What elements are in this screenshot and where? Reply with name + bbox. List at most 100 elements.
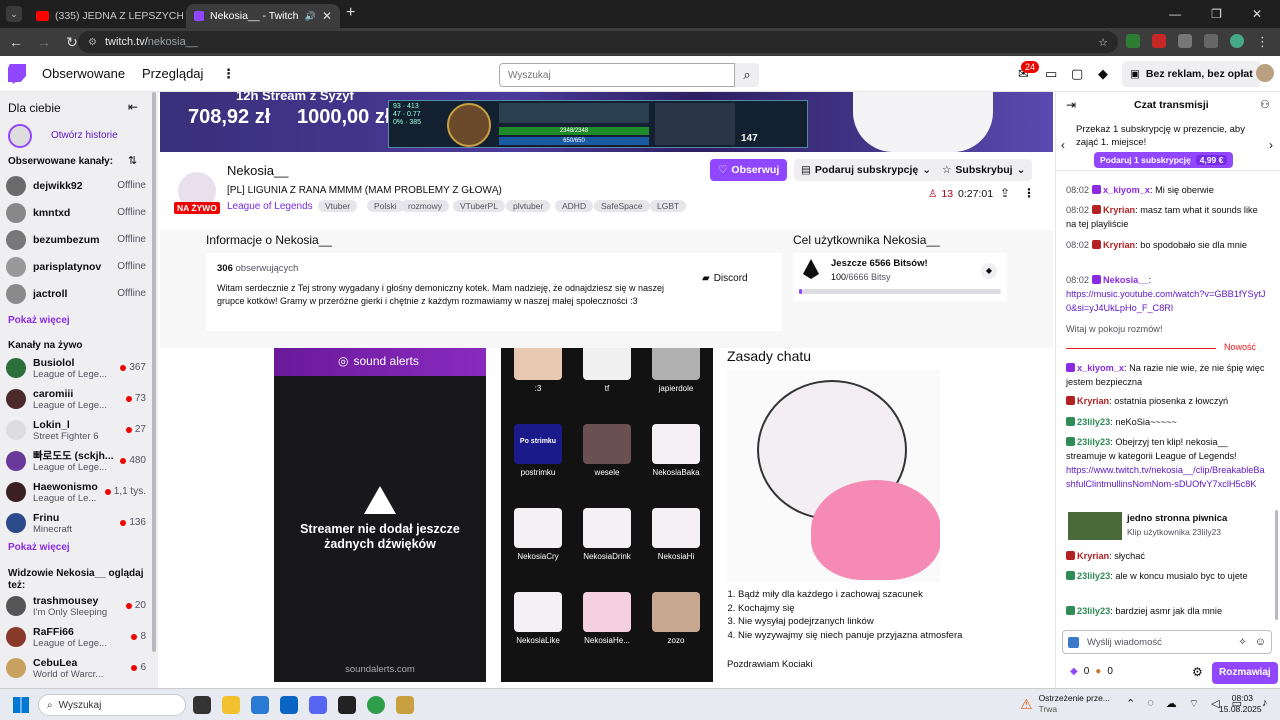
emote-nekosiadrink[interactable]: NekosiaDrink (573, 508, 641, 561)
close-icon[interactable]: ✕ (322, 9, 332, 23)
chevron-right-icon[interactable]: › (1269, 138, 1273, 152)
chat-message[interactable]: Kryrian: ostatnia piosenka z łowczyń (1066, 395, 1266, 409)
chat-username[interactable]: 23lily23 (1077, 417, 1110, 427)
bookmark-star-icon[interactable]: ☆ (1098, 36, 1108, 49)
chat-message[interactable]: 23lily23: Obejrzyj ten klip! nekosia__ s… (1066, 436, 1266, 463)
playlist-icon[interactable] (1204, 34, 1218, 48)
chrome-icon[interactable] (367, 696, 385, 714)
no-ads-button[interactable]: ▣ Bez reklam, bez opłat (1122, 61, 1261, 87)
emote-japierdole[interactable]: japierdole (642, 348, 710, 393)
collapse-sidebar-icon[interactable]: ⇤ (128, 100, 138, 114)
share-icon[interactable]: ⇪ (1000, 186, 1010, 200)
speaker-icon[interactable]: 🔊 (305, 11, 316, 22)
sidebar-scrollbar[interactable] (152, 92, 156, 652)
emote-nekosiahe[interactable]: NekosiaHe... (573, 592, 641, 645)
tag-polski[interactable]: Polski (367, 200, 404, 212)
sound-alerts-panel[interactable]: ◎ sound alerts Streamer nie dodał jeszcz… (274, 348, 486, 682)
sidebar-channel-trashmousey[interactable]: trashmousey I'm Only Sleeping 20 (6, 594, 146, 618)
chat-clip-link[interactable]: https://www.twitch.tv/nekosia__/clip/Bre… (1066, 464, 1266, 491)
weather-widget[interactable]: ⚠ Ostrzeżenie prze... Trwa (1020, 693, 1110, 715)
chat-username[interactable]: 23lily23 (1077, 606, 1110, 616)
channel-points-balance[interactable]: ◆ 0 ● 0 (1070, 666, 1113, 677)
task-view-icon[interactable] (193, 696, 211, 714)
chat-message[interactable]: 23lily23: bardziej asmr jak dla mnie (1066, 605, 1266, 619)
emote-3[interactable]: :3 (504, 348, 572, 393)
chat-username[interactable]: Kryrian (1077, 551, 1109, 561)
chat-link[interactable]: https://music.youtube.com/watch?v=GBB1fY… (1066, 288, 1266, 315)
chat-input[interactable]: Wyślij wiadomość ✧ ☺ (1062, 630, 1272, 654)
emote-postrimku[interactable]: Po strimku postrimku (504, 424, 572, 477)
cheer-button[interactable]: ◆ (981, 263, 997, 279)
sidebar-channel-parisplatynov[interactable]: parisplatynov Offline (6, 255, 146, 279)
stream-video-strip[interactable]: 12h Stream z Syzyf 708,92 zł 1000,00 zł … (160, 92, 1053, 152)
chat-message[interactable]: Kryrian: słychać (1066, 550, 1266, 564)
sidebar-channel-dejwikk92[interactable]: dejwikk92 Offline (6, 174, 146, 198)
nav-following[interactable]: Obserwowane (42, 66, 125, 81)
sidebar-channel-jactroll[interactable]: jactroll Offline (6, 282, 146, 306)
users-icon[interactable]: ⚇ (1260, 98, 1270, 111)
search-button[interactable]: ⌕ (735, 63, 759, 87)
chat-message[interactable]: 23lily23: neKoSia~~~~~ (1066, 416, 1266, 430)
tag-vtuber[interactable]: Vtuber (318, 200, 358, 212)
clip-preview[interactable]: jedno stronna piwnica Klip użytkownika 23… (1066, 510, 1266, 542)
sidebar-channel-caromiii[interactable]: caromiii League of Lege... 73 (6, 387, 146, 411)
chat-message[interactable]: 08:02 Nekosia__: (1066, 274, 1266, 288)
sort-icon[interactable]: ⇅ (128, 154, 137, 167)
sidebar-channel-frinu[interactable]: Frinu Minecraft 136 (6, 511, 146, 535)
new-tab-button[interactable]: + (346, 4, 355, 22)
app-icon[interactable] (338, 696, 356, 714)
emote-zozo[interactable]: zozo (642, 592, 710, 645)
file-explorer-icon[interactable] (222, 696, 240, 714)
sidebar-channel-lokinl[interactable]: Lokin_l Street Fighter 6 27 (6, 418, 146, 442)
chat-settings-icon[interactable]: ⚙ (1192, 665, 1203, 679)
taskbar-search[interactable]: ⌕ Wyszukaj (38, 694, 186, 716)
bits-cheer-icon[interactable]: ✧ (1238, 637, 1246, 648)
twitch-logo-icon[interactable] (8, 64, 26, 84)
tag-lgbt[interactable]: LGBT (650, 200, 687, 212)
chat-message[interactable]: 08:02 x_kiyom_x: Mi się oberwie (1066, 184, 1266, 198)
outlook-icon[interactable] (280, 696, 298, 714)
chat-username[interactable]: x_kiyom_x (1077, 363, 1124, 373)
chat-message[interactable]: x_kiyom_x: Na razie nie wie, że nie śpię… (1066, 362, 1266, 389)
discord-app-icon[interactable] (309, 696, 327, 714)
chat-username[interactable]: x_kiyom_x (1103, 185, 1150, 195)
chat-message[interactable]: 08:02 Kryrian: masz tam what it sounds li… (1066, 204, 1266, 231)
more-dots-icon[interactable]: ⋮ (222, 66, 235, 82)
open-stories-link[interactable]: Otwórz historie (51, 130, 118, 141)
url-field[interactable]: ⚙ twitch.tv/nekosia__ ☆ (78, 31, 1118, 53)
game-category-link[interactable]: League of Legends (227, 201, 313, 212)
sidebar-channel-haewonismo[interactable]: Haewonismo League of Le... 1,1 tys. (6, 480, 146, 504)
show-more-live[interactable]: Pokaż więcej (8, 542, 70, 553)
emote-wesele[interactable]: wesele (573, 424, 641, 477)
whisper-icon[interactable]: ▢ (1071, 66, 1083, 82)
wifi-icon[interactable]: ⌔ (1189, 697, 1199, 711)
tag-plvtuber[interactable]: plvtuber (506, 200, 551, 212)
tag-safespace[interactable]: SafeSpace (594, 200, 650, 212)
profile-avatar[interactable] (1230, 34, 1244, 48)
more-options-icon[interactable]: ⋮ (1023, 186, 1035, 200)
chat-username[interactable]: 23lily23 (1077, 571, 1110, 581)
chat-send-button[interactable]: Rozmawiaj (1212, 662, 1278, 684)
mail-icon[interactable]: ▭ (1045, 66, 1057, 82)
chat-username[interactable]: Nekosia__ (1103, 275, 1148, 285)
gift-promo-button[interactable]: Podaruj 1 subskrypcję 4,99 € (1094, 152, 1234, 168)
sidebar-channel-busiolol[interactable]: Busiolol League of Lege... 367 (6, 356, 146, 380)
chat-username[interactable]: Kryrian (1103, 240, 1135, 250)
show-more-followed[interactable]: Pokaż więcej (8, 315, 70, 326)
discord-link[interactable]: ▰ Discord (702, 273, 748, 284)
site-info-icon[interactable]: ⚙ (88, 37, 97, 48)
close-window-icon[interactable]: ✕ (1252, 7, 1262, 21)
chevron-up-icon[interactable]: ⌃ (1126, 697, 1135, 711)
sidebar-channel-kmntxd[interactable]: kmntxd Offline (6, 201, 146, 225)
stories-avatar[interactable] (8, 124, 32, 148)
browser-tab-twitch[interactable]: Nekosia__ - Twitch 🔊 ✕ (186, 4, 340, 28)
clock[interactable]: 08:03 15.08.2025 (1219, 693, 1262, 715)
bits-icon[interactable]: ◆ (1098, 66, 1108, 82)
tag-vtuberpl[interactable]: VTuberPL (453, 200, 505, 212)
notifications-icon[interactable]: ♪ (1262, 697, 1268, 709)
windows-start-icon[interactable] (13, 697, 29, 713)
network-icon[interactable]: ◌ (1147, 697, 1154, 711)
tag-rozmowy[interactable]: rozmowy (401, 200, 450, 212)
forward-icon[interactable]: → (30, 34, 58, 50)
channel-name[interactable]: Nekosia__ (227, 163, 288, 178)
